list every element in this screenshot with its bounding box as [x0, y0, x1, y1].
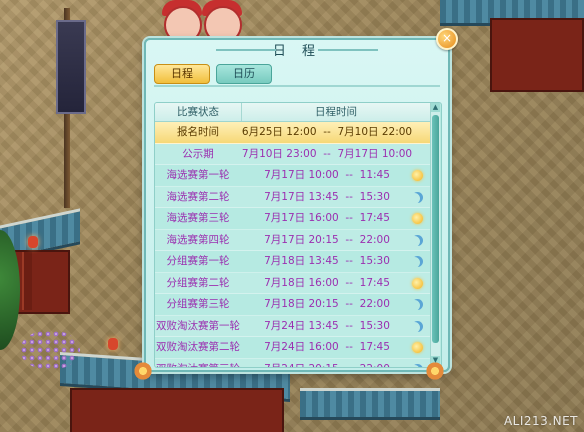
close-button[interactable]: × [436, 28, 458, 50]
row-time: 7月24日 13:45 -- 15:30 [264, 319, 390, 332]
scroll-up-button[interactable]: ▲ [431, 103, 440, 112]
table-row[interactable]: 双败淘汰赛第二轮 7月24日 16:00 -- 17:45 [155, 337, 431, 359]
title-bar: 日 程 [146, 40, 448, 60]
dialog-title: 日 程 [272, 44, 322, 59]
row-time: 7月17日 13:45 -- 15:30 [264, 190, 390, 203]
row-status: 分组赛第一轮 [166, 255, 230, 267]
mascot-characters [152, 0, 242, 44]
moon-icon [412, 192, 423, 203]
title-ornament [318, 49, 378, 51]
tab-divider [154, 85, 440, 87]
table-row[interactable]: 分组赛第三轮 7月18日 20:15 -- 22:00 [155, 294, 431, 316]
moon-icon [412, 256, 423, 267]
header-status: 比赛状态 [155, 103, 242, 121]
row-status: 双败淘汰赛第三轮 [155, 359, 241, 368]
bottom-right-roof [300, 388, 440, 417]
war-banner [56, 20, 86, 114]
row-time: 7月17日 20:15 -- 22:00 [264, 233, 390, 246]
table-row[interactable]: 分组赛第一轮 7月18日 13:45 -- 15:30 [155, 251, 431, 273]
sun-icon [412, 342, 423, 353]
row-status: 双败淘汰赛第二轮 [156, 341, 240, 353]
table-header: 比赛状态 日程时间 [155, 103, 431, 122]
row-time: 7月18日 16:00 -- 17:45 [264, 276, 390, 289]
row-status: 海选赛第四轮 [166, 233, 230, 246]
row-status: 海选赛第二轮 [166, 190, 230, 203]
header-time: 日程时间 [315, 106, 357, 118]
row-time: 7月10日 23:00 -- 7月17日 10:00 [241, 147, 413, 160]
table-row[interactable]: 海选赛第一轮 7月17日 10:00 -- 11:45 [155, 165, 431, 187]
lantern [108, 338, 118, 350]
title-ornament [216, 49, 276, 51]
table-row[interactable]: 双败淘汰赛第三轮7月24日 20:15 -- 22:00 [155, 358, 431, 368]
moon-icon [412, 364, 423, 368]
scrollbar[interactable]: ▲ ▼ [430, 103, 440, 365]
row-status: 报名时间 [177, 126, 219, 138]
table-row[interactable]: 海选赛第四轮 7月17日 20:15 -- 22:00 [155, 229, 431, 251]
left-pillar [22, 252, 32, 310]
table-row[interactable]: 海选赛第二轮 7月17日 13:45 -- 15:30 [155, 186, 431, 208]
tab-schedule[interactable]: 日程 [154, 64, 210, 84]
row-time: 7月17日 16:00 -- 17:45 [264, 212, 390, 224]
flower-bush [20, 330, 80, 370]
row-status: 海选赛第三轮 [166, 212, 230, 224]
row-time: 6月25日 12:00 -- 7月10日 22:00 [241, 126, 413, 138]
sun-icon [412, 170, 423, 181]
sun-icon [412, 277, 423, 289]
table-row[interactable]: 公示期 7月10日 23:00 -- 7月17日 10:00 [155, 143, 431, 165]
table-row[interactable]: 海选赛第三轮 7月17日 16:00 -- 17:45 [155, 208, 431, 230]
moon-icon [412, 321, 423, 332]
row-status: 海选赛第一轮 [166, 169, 230, 181]
row-status: 分组赛第二轮 [166, 276, 230, 289]
moon-icon [412, 235, 423, 246]
corner-ornament [132, 360, 154, 382]
row-status: 公示期 [182, 147, 214, 160]
scroll-thumb[interactable] [432, 115, 439, 343]
bottom-building-wall [70, 388, 284, 432]
table-body: 报名时间 6月25日 12:00 -- 7月10日 22:00 公示期 7月10日 2… [155, 122, 431, 368]
row-status: 双败淘汰赛第一轮 [156, 319, 240, 332]
table-row[interactable]: 报名时间 6月25日 12:00 -- 7月10日 22:00 [155, 122, 431, 144]
row-time: 7月24日 16:00 -- 17:45 [264, 341, 390, 353]
row-time: 7月18日 20:15 -- 22:00 [264, 298, 390, 310]
row-time: 7月18日 13:45 -- 15:30 [264, 255, 390, 267]
moon-icon [412, 299, 423, 310]
right-top-wall [490, 18, 584, 92]
corner-ornament [424, 360, 446, 382]
close-icon: × [441, 31, 453, 45]
row-status: 分组赛第三轮 [166, 298, 230, 310]
schedule-table: 比赛状态 日程时间 报名时间 6月25日 12:00 -- 7月10日 22:00… [154, 102, 442, 368]
sun-icon [412, 213, 423, 224]
schedule-dialog: 日 程 × 日程 日历 比赛状态 日程时间 报名时间 6月25日 12:00 --… [144, 28, 458, 372]
table-row[interactable]: 分组赛第二轮 7月18日 16:00 -- 17:45 [155, 272, 431, 294]
watermark: ALI213.NET [503, 414, 578, 428]
lantern [28, 236, 38, 248]
table-row[interactable]: 双败淘汰赛第一轮 7月24日 13:45 -- 15:30 [155, 315, 431, 337]
row-time: 7月24日 20:15 -- 22:00 [241, 359, 413, 368]
tab-calendar[interactable]: 日历 [216, 64, 272, 84]
row-time: 7月17日 10:00 -- 11:45 [264, 169, 390, 181]
